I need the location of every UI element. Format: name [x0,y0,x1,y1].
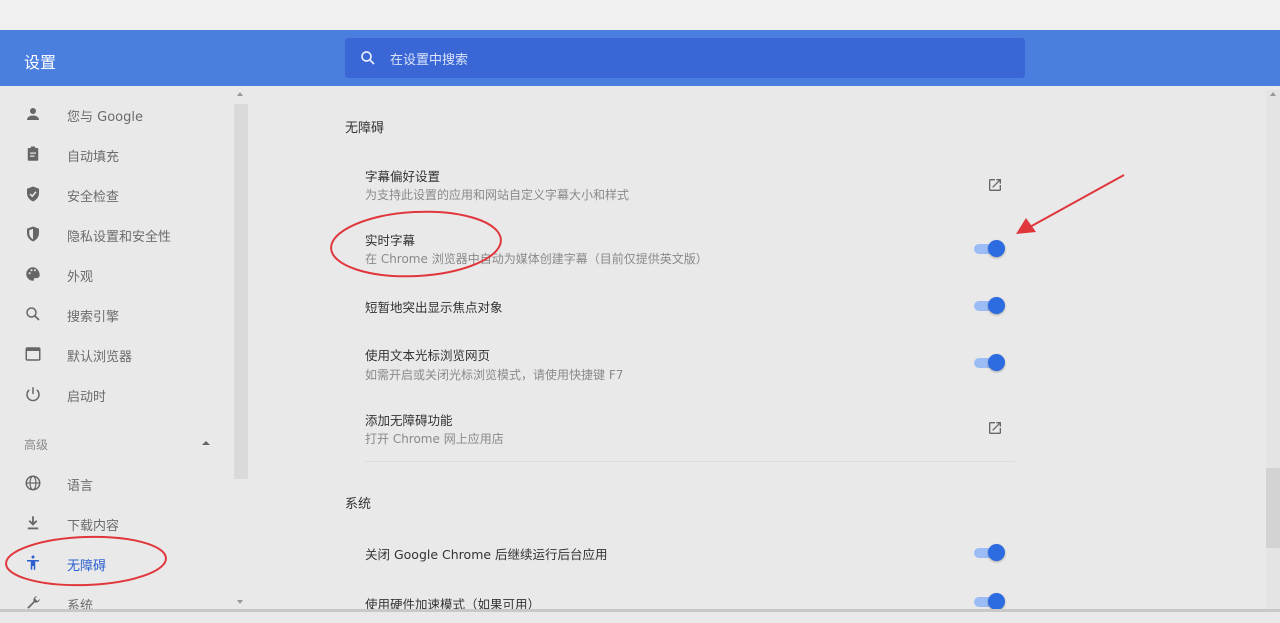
sidebar-item-languages[interactable]: 语言 [0,463,230,503]
row-title: 实时字幕 [365,233,416,248]
external-link-icon[interactable] [987,420,1003,436]
clipboard-icon [27,146,39,161]
power-icon [26,387,40,402]
settings-main: 无障碍 字幕偏好设置 为支持此设置的应用和网站自定义字幕大小和样式 实时字幕 在… [248,86,1280,612]
sidebar-item-you-and-google[interactable]: 您与 Google [0,94,230,134]
sidebar-item-label: 启动时 [67,390,107,405]
sidebar-item-label: 您与 Google [67,110,143,125]
palette-icon [26,267,40,281]
sidebar: 您与 Google 自动填充 安全检查 隐私设置和安全性 外观 搜索引擎 默认浏… [0,86,248,614]
settings-header: 设置 在设置中搜索 [0,30,1280,86]
advanced-section-label[interactable]: 高级 [24,436,48,453]
row-title: 使用文本光标浏览网页 [365,348,491,363]
sidebar-item-system[interactable]: 系统 [0,583,230,623]
row-title: 关闭 Google Chrome 后继续运行后台应用 [365,547,608,562]
row-subtitle: 打开 Chrome 网上应用店 [365,432,504,446]
sidebar-scroll-up-arrow[interactable] [237,92,243,96]
row-title: 字幕偏好设置 [365,169,441,184]
background-apps-toggle[interactable] [974,544,1006,562]
row-title: 短暂地突出显示焦点对象 [365,300,503,315]
sidebar-item-appearance[interactable]: 外观 [0,254,230,294]
sidebar-item-on-startup[interactable]: 启动时 [0,374,230,414]
shield-check-icon [27,186,39,202]
row-subtitle: 在 Chrome 浏览器中自动为媒体创建字幕（目前仅提供英文版） [365,252,708,266]
sidebar-item-label: 自动填充 [67,150,120,165]
sidebar-item-accessibility[interactable]: 无障碍 [0,543,230,583]
accessibility-icon [27,555,39,570]
sidebar-item-downloads[interactable]: 下载内容 [0,503,230,543]
live-caption-toggle[interactable] [974,240,1006,258]
top-strip [0,0,1280,30]
sidebar-item-label: 外观 [67,270,94,285]
divider [365,461,1015,462]
external-link-icon[interactable] [987,177,1003,193]
sidebar-item-label: 隐私设置和安全性 [67,230,172,245]
sidebar-item-autofill[interactable]: 自动填充 [0,134,230,174]
browser-window-icon [25,347,41,361]
search-icon [361,51,375,65]
sidebar-item-safety-check[interactable]: 安全检查 [0,174,230,214]
search-box[interactable]: 在设置中搜索 [345,38,1025,78]
globe-icon [25,475,41,491]
person-icon [27,108,39,120]
sidebar-item-label: 下载内容 [67,519,120,534]
sidebar-item-label: 无障碍 [67,559,107,574]
row-subtitle: 如需开启或关闭光标浏览模式，请使用快捷键 F7 [365,368,624,382]
sidebar-item-label: 语言 [67,479,94,494]
main-scrollbar-thumb[interactable] [1266,468,1280,548]
sidebar-item-label: 安全检查 [67,190,120,205]
row-title: 添加无障碍功能 [365,413,453,428]
sidebar-scrollbar[interactable] [234,104,248,479]
section-title-accessibility: 无障碍 [345,121,385,136]
app-title: 设置 [24,53,57,72]
sidebar-scroll-down-arrow[interactable] [237,600,243,604]
sidebar-item-label: 搜索引擎 [67,310,120,325]
row-subtitle: 为支持此设置的应用和网站自定义字幕大小和样式 [365,188,630,202]
privacy-shield-icon [27,226,39,242]
section-title-system: 系统 [345,497,372,512]
main-scroll-up-arrow[interactable] [1270,92,1276,96]
focus-highlight-toggle[interactable] [974,297,1006,315]
sidebar-item-label: 默认浏览器 [67,350,133,365]
sidebar-item-privacy[interactable]: 隐私设置和安全性 [0,214,230,254]
sidebar-item-default-browser[interactable]: 默认浏览器 [0,334,230,374]
download-icon [27,516,39,530]
sidebar-item-search-engine[interactable]: 搜索引擎 [0,294,230,334]
chevron-up-icon[interactable] [202,441,210,445]
search-icon [26,307,40,321]
search-input[interactable]: 在设置中搜索 [390,49,468,68]
caret-browsing-toggle[interactable] [974,354,1006,372]
